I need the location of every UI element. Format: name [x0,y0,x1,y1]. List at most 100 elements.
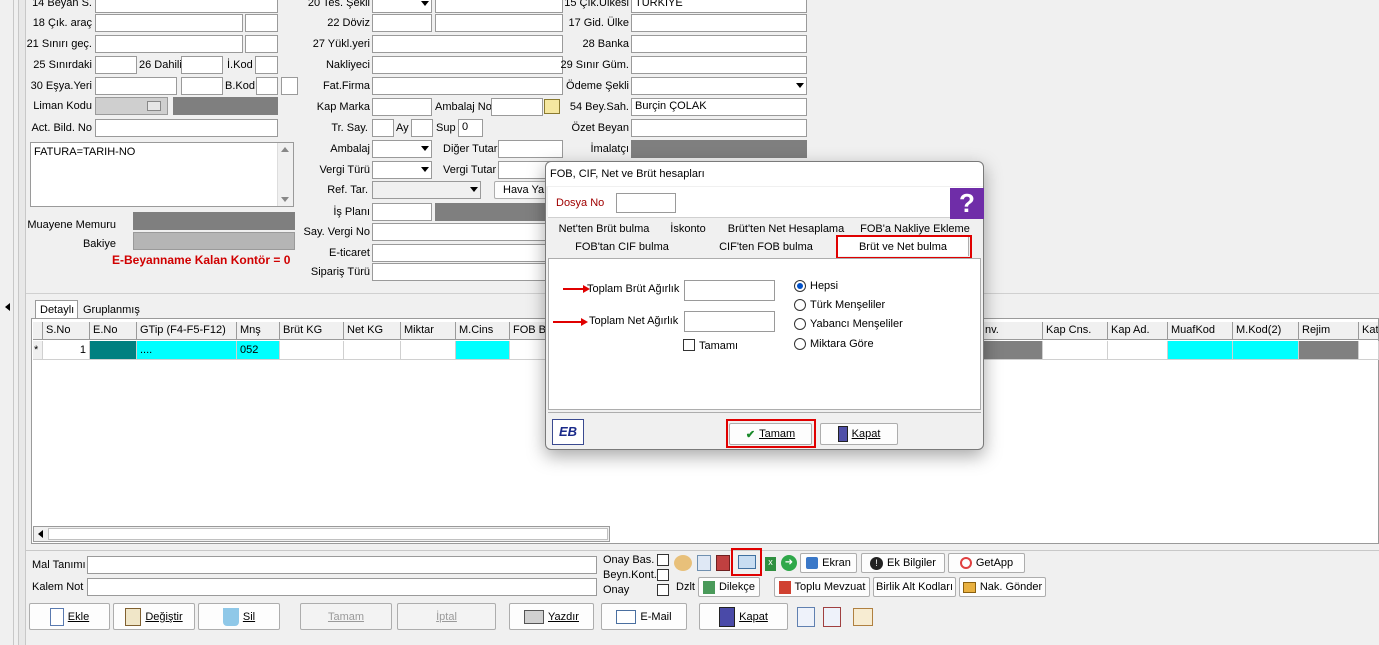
tab-gruplanmis[interactable]: Gruplanmış [79,302,140,318]
dialog-kapat-button[interactable]: Kapat [820,423,898,445]
fatfirma-field[interactable] [372,77,563,95]
col-fob[interactable]: FOB B [510,322,550,340]
cell-muafkod[interactable] [1168,341,1233,360]
sayvergi-field[interactable] [372,223,563,241]
onay-checkbox[interactable] [657,584,669,596]
vergituru-combo[interactable] [372,161,432,179]
open-book-icon[interactable] [853,608,873,626]
f15-field[interactable]: TÜRKİYE [631,0,807,13]
tab-iskonto[interactable]: İskonto [662,223,714,235]
cell-mns[interactable]: 052 [237,341,280,360]
siparis-field[interactable] [372,263,563,281]
f30-code-field[interactable] [181,77,223,95]
f30-field[interactable] [95,77,177,95]
go-arrow-icon[interactable]: ➜ [781,555,797,571]
nakgonder-button[interactable]: Nak. Gönder [959,577,1046,597]
radio-miktar[interactable] [794,338,806,350]
col-kat[interactable]: Kat [1359,322,1379,340]
reftar-combo[interactable] [372,181,481,199]
cell-kapcns[interactable] [1043,341,1108,360]
ozet-field[interactable] [631,119,807,137]
cell-mcins[interactable] [456,341,510,360]
isplani-field[interactable] [372,203,432,221]
tab-detayli[interactable]: Detaylı [35,300,78,318]
kapmarka-field[interactable] [372,98,432,116]
scroll-down-icon[interactable] [281,197,289,202]
excel-icon[interactable]: x [765,557,776,571]
f21-code-field[interactable] [245,35,278,53]
f20-combo[interactable] [372,0,432,13]
ambalaj-combo[interactable] [372,140,432,158]
cell-inv[interactable] [982,341,1043,360]
onaybas-checkbox[interactable] [657,554,669,566]
col-mns[interactable]: Mnş [237,322,280,340]
report-icon[interactable] [797,607,815,627]
cell-netkg[interactable] [344,341,401,360]
f17-field[interactable] [631,14,807,32]
edit-note-icon[interactable] [544,99,560,114]
col-rejim[interactable]: Rejim [1299,322,1359,340]
report-print-icon[interactable] [823,607,841,627]
col-netkg[interactable]: Net KG [344,322,401,340]
help-icon[interactable]: ? [950,188,984,219]
tamam-button[interactable]: Tamam [300,603,392,630]
f26-field[interactable] [181,56,223,74]
document-icon[interactable] [697,555,711,571]
eticaret-field[interactable] [372,244,563,262]
col-kapcns[interactable]: Kap Cns. [1043,322,1108,340]
users-icon[interactable] [674,555,692,571]
notes-textarea[interactable]: FATURA=TARIH-NO [30,142,294,207]
col-muafkod[interactable]: MuafKod [1168,322,1233,340]
f28-field[interactable] [631,35,807,53]
bkod-extra-field[interactable] [281,77,298,95]
f27-field[interactable] [372,35,563,53]
f29-field[interactable] [631,56,807,74]
tab-netten-brut[interactable]: Net'ten Brüt bulma [549,223,659,235]
radio-yabanci[interactable] [794,318,806,330]
maltanimi-field[interactable] [87,556,597,574]
cell-rejim[interactable] [1299,341,1359,360]
cell-miktar[interactable] [401,341,456,360]
book-icon[interactable] [716,555,730,571]
f18-field[interactable] [95,14,243,32]
cell-kat[interactable] [1359,341,1379,360]
ikod-field[interactable] [255,56,278,74]
ekle-button[interactable]: Ekle [29,603,110,630]
trsay-field[interactable] [372,119,394,137]
cell-gtip[interactable]: .... [137,341,237,360]
yazdir-button[interactable]: Yazdır [509,603,594,630]
tamami-checkbox[interactable] [683,339,695,351]
beynkont-checkbox[interactable] [657,569,669,581]
actbild-field[interactable] [95,119,278,137]
email-button[interactable]: E-Mail [601,603,687,630]
f14-field[interactable] [95,0,278,13]
ekran-button[interactable]: Ekran [800,553,857,573]
scroll-thumb[interactable] [48,528,608,540]
radio-turk[interactable] [794,299,806,311]
digertutar-field[interactable] [498,140,563,158]
scroll-left-icon[interactable] [38,530,43,538]
col-kapad[interactable]: Kap Ad. [1108,322,1168,340]
cell-kapad[interactable] [1108,341,1168,360]
nakliyeci-field[interactable] [372,56,563,74]
cell-sno[interactable]: 1 [43,341,90,360]
notes-scrollbar[interactable] [277,143,293,206]
f25-field[interactable] [95,56,137,74]
col-eno[interactable]: E.No [90,322,137,340]
f21-field[interactable] [95,35,243,53]
f18-code-field[interactable] [245,14,278,32]
sil-button[interactable]: Sil [198,603,280,630]
grid-hscrollbar[interactable] [33,526,610,542]
odeme-combo[interactable] [631,77,807,95]
f22-value-field[interactable] [435,14,563,32]
kalemnot-field[interactable] [87,578,597,596]
ambalajno-field[interactable] [491,98,543,116]
cell-eno[interactable] [90,341,137,360]
tab-fob-nakliye[interactable]: FOB'a Nakliye Ekleme [854,223,976,235]
f54-field[interactable]: Burçin ÇOLAK [631,98,807,116]
col-brutkg[interactable]: Brüt KG [280,322,344,340]
col-mcins[interactable]: M.Cins [456,322,510,340]
col-mkod2[interactable]: M.Kod(2) [1233,322,1299,340]
cell-fob[interactable] [510,341,550,360]
lookup-icon[interactable] [147,101,161,111]
